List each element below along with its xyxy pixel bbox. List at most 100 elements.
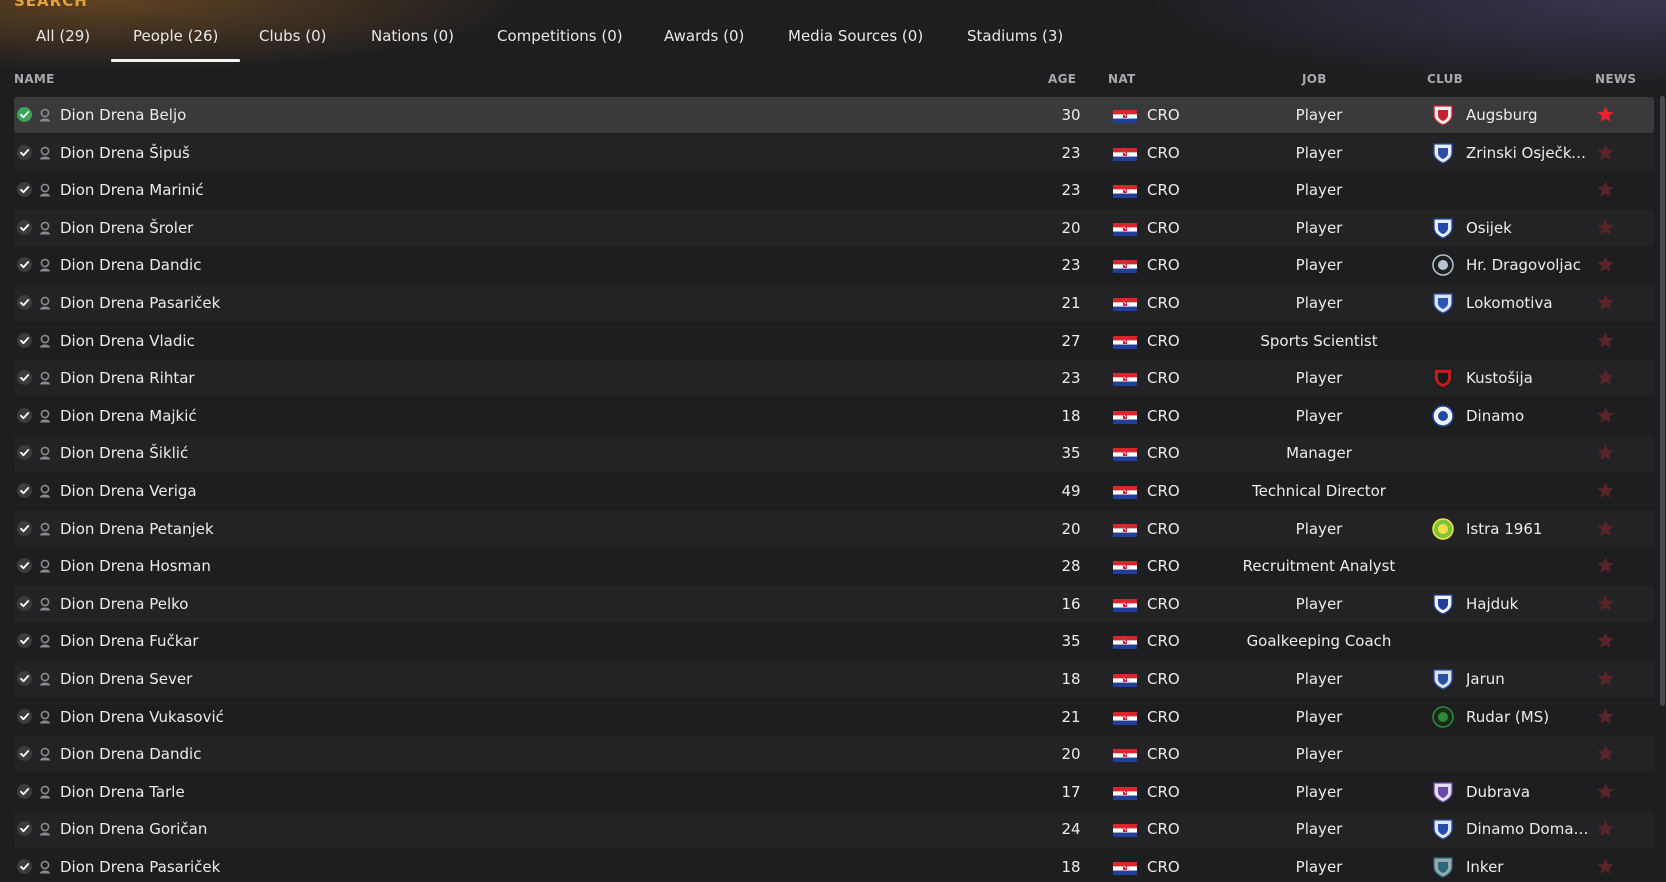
nationality[interactable]: CRO	[1147, 811, 1180, 847]
news-star-icon[interactable]	[1596, 631, 1615, 650]
nationality[interactable]: CRO	[1147, 849, 1180, 882]
club-name[interactable]: Osijek	[1466, 210, 1594, 246]
news-star-icon[interactable]	[1596, 331, 1615, 350]
select-checkbox[interactable]	[17, 332, 32, 348]
nationality[interactable]: CRO	[1147, 586, 1180, 622]
news-star-icon[interactable]	[1596, 556, 1615, 575]
table-row[interactable]: Dion Drena Majkić 18 CRO Player Dinamo	[14, 398, 1654, 434]
tab-awards[interactable]: Awards (0)	[664, 18, 744, 62]
table-row[interactable]: Dion Drena Šroler 20 CRO Player Osijek	[14, 210, 1654, 246]
table-row[interactable]: Dion Drena Vladic 27 CRO Sports Scientist	[14, 323, 1654, 359]
club-name[interactable]: Dubrava	[1466, 774, 1594, 810]
select-checkbox[interactable]	[17, 257, 32, 273]
club-name[interactable]	[1466, 323, 1594, 359]
news-star-icon[interactable]	[1596, 368, 1615, 387]
nationality[interactable]: CRO	[1147, 97, 1180, 133]
table-row[interactable]: Dion Drena Veriga 49 CRO Technical Director	[14, 473, 1654, 509]
club-name[interactable]	[1466, 172, 1594, 208]
person-name[interactable]: Dion Drena Vukasović	[60, 699, 224, 735]
club-name[interactable]	[1466, 473, 1594, 509]
news-star-icon[interactable]	[1596, 744, 1615, 763]
select-checkbox[interactable]	[17, 295, 32, 310]
nationality[interactable]: CRO	[1147, 623, 1180, 659]
nationality[interactable]: CRO	[1147, 398, 1180, 434]
club-name[interactable]: Dinamo Domaš...	[1466, 811, 1594, 847]
club-name[interactable]: Istra 1961	[1466, 511, 1594, 547]
table-row[interactable]: Dion Drena Goričan 24 CRO Player Dinamo Doma…	[14, 811, 1654, 847]
person-name[interactable]: Dion Drena Beljo	[60, 97, 186, 133]
nationality[interactable]: CRO	[1147, 360, 1180, 396]
nationality[interactable]: CRO	[1147, 473, 1180, 509]
news-star-icon[interactable]	[1596, 406, 1615, 425]
news-star-icon[interactable]	[1596, 293, 1615, 312]
tab-nations[interactable]: Nations (0)	[371, 18, 454, 62]
table-row[interactable]: Dion Drena Dandic 23 CRO Player Hr. Dragovol…	[14, 247, 1654, 283]
club-name[interactable]: Jarun	[1466, 661, 1594, 697]
person-name[interactable]: Dion Drena Fučkar	[60, 623, 199, 659]
scrollbar[interactable]	[1660, 96, 1665, 706]
column-header-name[interactable]: NAME	[14, 72, 55, 86]
news-star-icon[interactable]	[1596, 782, 1615, 801]
nationality[interactable]: CRO	[1147, 323, 1180, 359]
nationality[interactable]: CRO	[1147, 661, 1180, 697]
table-row[interactable]: Dion Drena Tarle 17 CRO Player Dubrava	[14, 774, 1654, 810]
nationality[interactable]: CRO	[1147, 736, 1180, 772]
club-name[interactable]	[1466, 435, 1594, 471]
nationality[interactable]: CRO	[1147, 699, 1180, 735]
select-checkbox[interactable]	[17, 445, 32, 461]
nationality[interactable]: CRO	[1147, 435, 1180, 471]
person-name[interactable]: Dion Drena Marinić	[60, 172, 204, 208]
news-star-icon[interactable]	[1596, 707, 1615, 726]
column-header-nat[interactable]: NAT	[1108, 72, 1135, 86]
tab-media-sources[interactable]: Media Sources (0)	[788, 18, 923, 62]
tab-clubs[interactable]: Clubs (0)	[259, 18, 327, 62]
select-checkbox[interactable]	[17, 859, 32, 874]
club-name[interactable]: Inker	[1466, 849, 1594, 882]
news-star-icon[interactable]	[1596, 481, 1615, 500]
person-name[interactable]: Dion Drena Pasariček	[60, 849, 220, 882]
select-checkbox[interactable]	[17, 746, 32, 762]
select-checkbox[interactable]	[17, 144, 32, 160]
news-star-icon[interactable]	[1596, 519, 1615, 538]
select-checkbox[interactable]	[17, 107, 32, 122]
person-name[interactable]: Dion Drena Šroler	[60, 210, 193, 246]
news-star-icon[interactable]	[1596, 857, 1615, 876]
news-star-icon[interactable]	[1596, 180, 1615, 199]
news-star-icon[interactable]	[1596, 255, 1615, 274]
table-row[interactable]: Dion Drena Beljo 30 CRO Player Augsburg	[14, 97, 1654, 133]
nationality[interactable]: CRO	[1147, 247, 1180, 283]
nationality[interactable]: CRO	[1147, 511, 1180, 547]
person-name[interactable]: Dion Drena Sever	[60, 661, 192, 697]
tab-competitions[interactable]: Competitions (0)	[497, 18, 623, 62]
select-checkbox[interactable]	[17, 821, 32, 837]
club-name[interactable]: Hajduk	[1466, 586, 1594, 622]
person-name[interactable]: Dion Drena Šiklić	[60, 435, 188, 471]
news-star-icon[interactable]	[1596, 218, 1615, 237]
nationality[interactable]: CRO	[1147, 285, 1180, 321]
table-row[interactable]: Dion Drena Pasariček 18 CRO Player Inker	[14, 849, 1654, 882]
club-name[interactable]: Kustošija	[1466, 360, 1594, 396]
table-row[interactable]: Dion Drena Pasariček 21 CRO Player Lokomotiv…	[14, 285, 1654, 321]
person-name[interactable]: Dion Drena Majkić	[60, 398, 197, 434]
select-checkbox[interactable]	[17, 219, 32, 235]
person-name[interactable]: Dion Drena Tarle	[60, 774, 185, 810]
table-row[interactable]: Dion Drena Sever 18 CRO Player Jarun	[14, 661, 1654, 697]
news-star-icon[interactable]	[1596, 594, 1615, 613]
select-checkbox[interactable]	[17, 370, 32, 386]
news-star-icon[interactable]	[1596, 819, 1615, 838]
column-header-news[interactable]: NEWS	[1595, 72, 1636, 86]
select-checkbox[interactable]	[17, 633, 32, 649]
table-row[interactable]: Dion Drena Petanjek 20 CRO Player Istra 1961	[14, 511, 1654, 547]
column-header-job[interactable]: JOB	[1302, 72, 1327, 86]
club-name[interactable]: Augsburg	[1466, 97, 1594, 133]
nationality[interactable]: CRO	[1147, 548, 1180, 584]
person-name[interactable]: Dion Drena Rihtar	[60, 360, 195, 396]
club-name[interactable]: Hr. Dragovoljac	[1466, 247, 1594, 283]
select-checkbox[interactable]	[17, 483, 32, 498]
person-name[interactable]: Dion Drena Dandic	[60, 247, 201, 283]
person-name[interactable]: Dion Drena Petanjek	[60, 511, 214, 547]
select-checkbox[interactable]	[17, 708, 32, 724]
club-name[interactable]: Lokomotiva	[1466, 285, 1594, 321]
club-name[interactable]	[1466, 623, 1594, 659]
news-star-icon[interactable]	[1596, 143, 1615, 162]
